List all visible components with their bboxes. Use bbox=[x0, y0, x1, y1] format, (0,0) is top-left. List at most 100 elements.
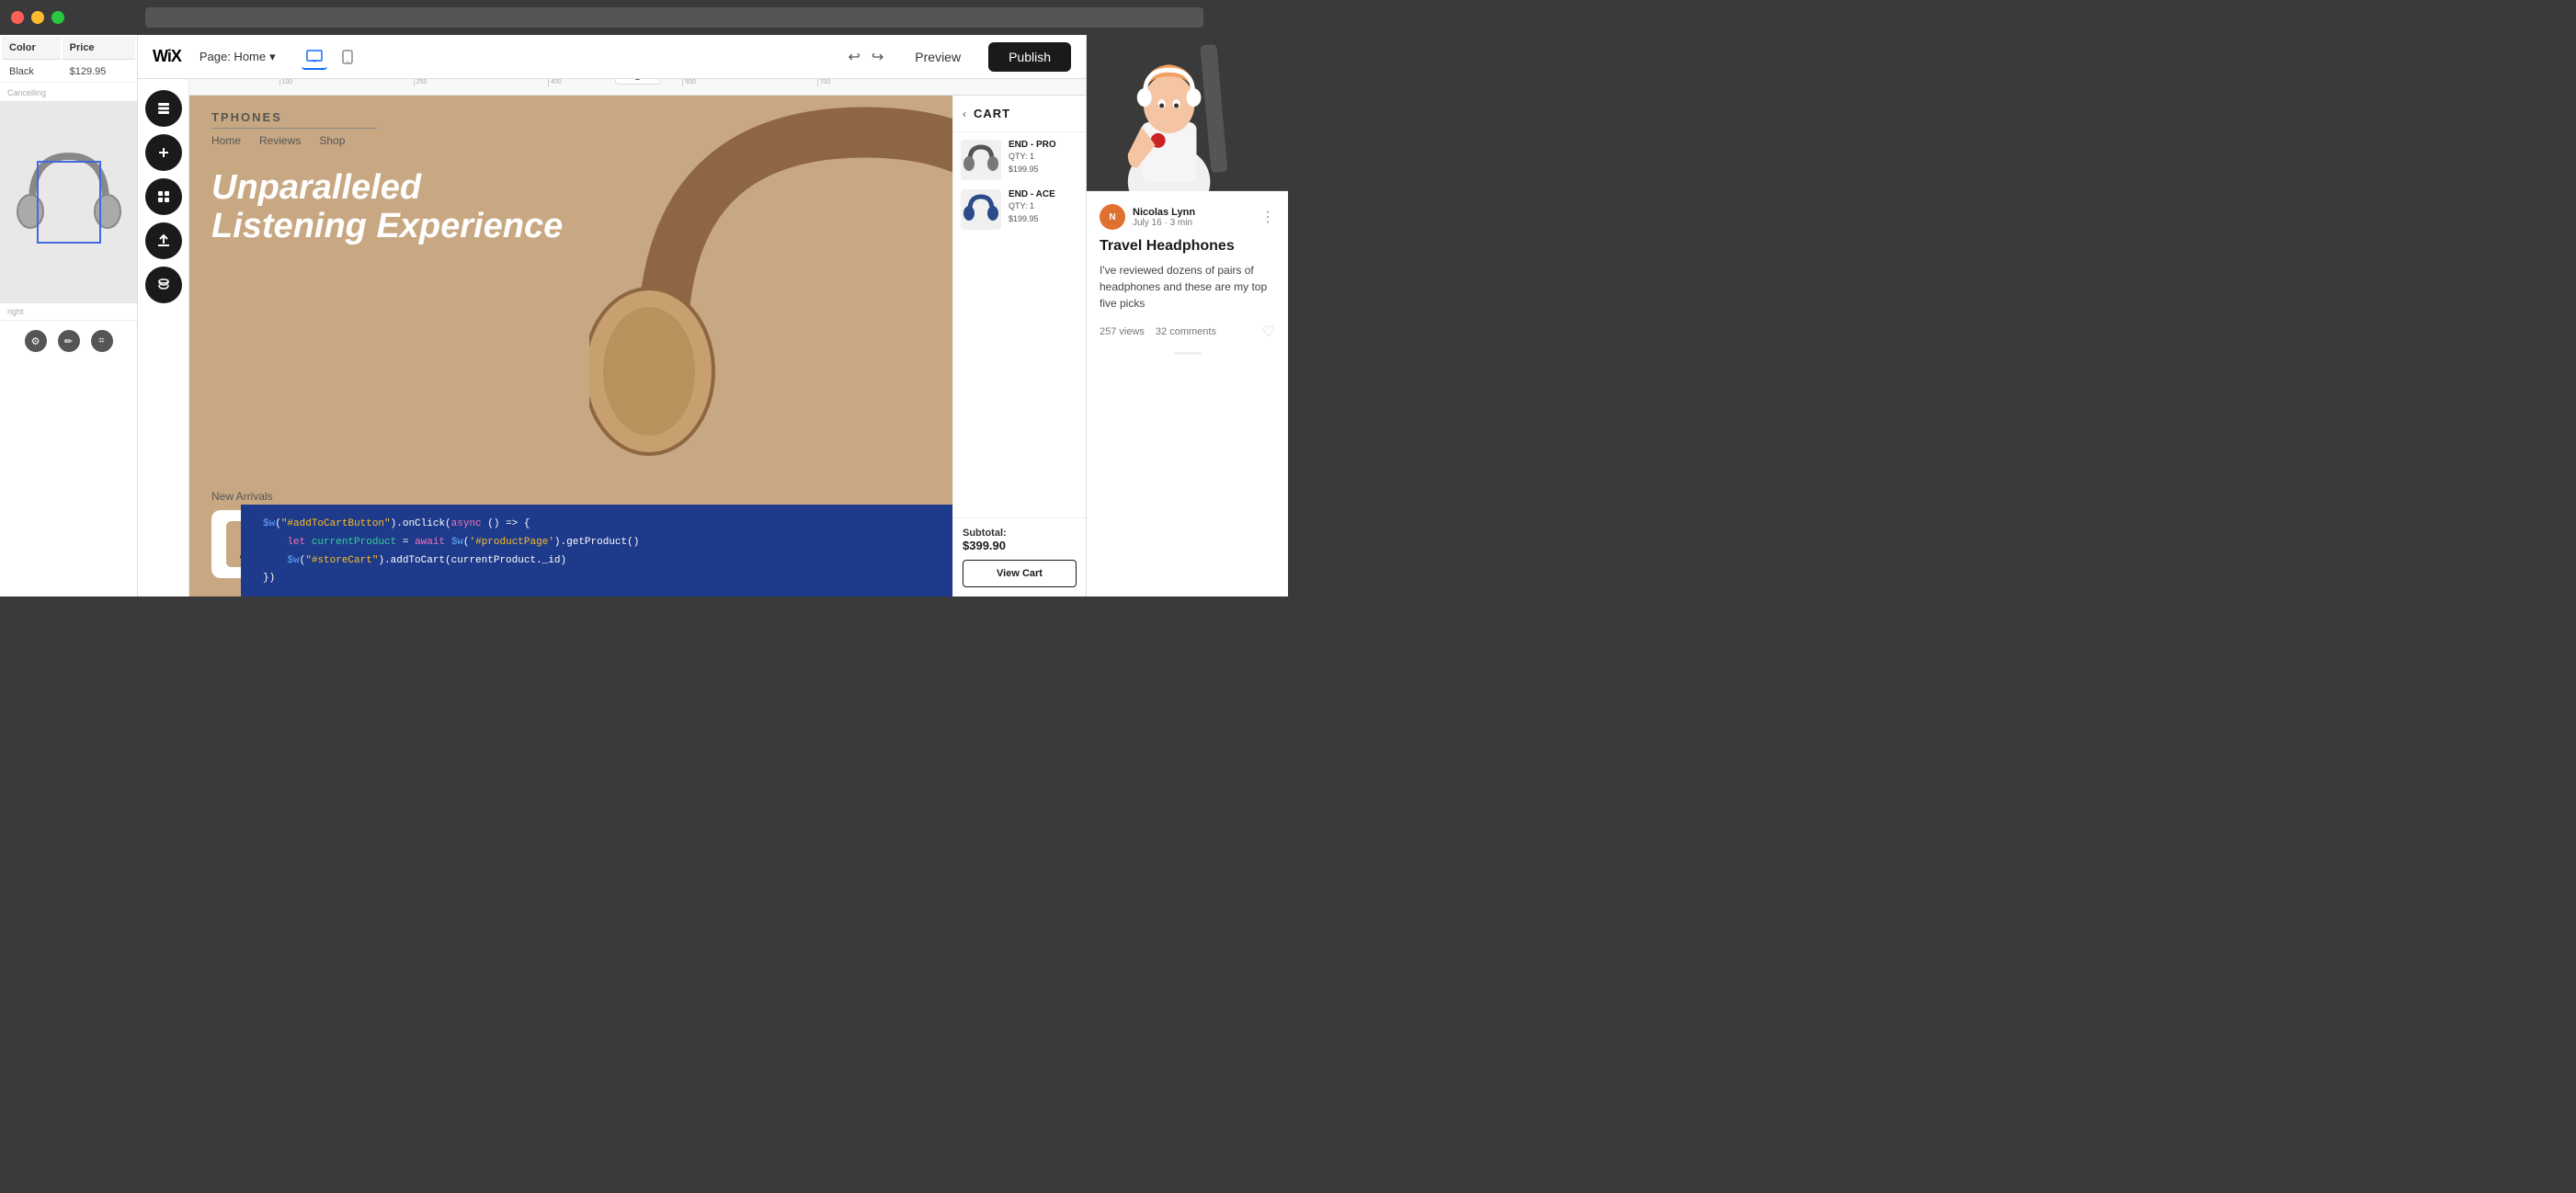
publish-button[interactable]: Publish bbox=[988, 42, 1071, 72]
nav-link-shop[interactable]: Shop bbox=[319, 134, 345, 147]
author-name: Nicolas Lynn bbox=[1133, 207, 1253, 218]
device-icons bbox=[302, 44, 360, 70]
cart-header: ‹ CART bbox=[953, 96, 1086, 132]
code-line-2: let currentProduct = await $w('#productP… bbox=[263, 534, 1064, 552]
right-panel: N Nicolas Lynn July 16 · 3 min ⋮ Travel … bbox=[1086, 35, 1288, 596]
site-nav-divider bbox=[211, 128, 377, 129]
cart-item-qty-2: QTY: 1 bbox=[1009, 199, 1078, 212]
author-info: Nicolas Lynn July 16 · 3 min bbox=[1133, 207, 1253, 228]
cart-title: CART bbox=[974, 107, 1010, 120]
wix-toolbar: WiX Page: Home ▾ ↩ ↪ Preview Publish bbox=[138, 35, 1086, 79]
image-selection-box bbox=[37, 161, 101, 244]
page-selector[interactable]: Page: Home ▾ bbox=[192, 46, 283, 68]
blog-views: 257 views bbox=[1100, 326, 1145, 337]
cart-item-name-2: END - ACE bbox=[1009, 189, 1078, 199]
cart-item-qty-1: QTY: 1 bbox=[1009, 150, 1078, 163]
blog-post-title: Travel Headphones bbox=[1100, 237, 1275, 255]
image-preview bbox=[0, 101, 137, 303]
nav-link-home[interactable]: Home bbox=[211, 134, 241, 147]
product-table: Color Price Black $129.95 bbox=[0, 35, 137, 85]
cart-item-image-1 bbox=[961, 140, 1001, 180]
redo-icon[interactable]: ↪ bbox=[868, 44, 887, 70]
cart-toggle-button[interactable]: ‹ bbox=[963, 108, 966, 120]
blog-divider bbox=[1174, 352, 1202, 355]
crop-tool-icon[interactable]: ⌗ bbox=[91, 330, 113, 352]
desktop-icon[interactable] bbox=[302, 44, 327, 70]
price-cell: $129.95 bbox=[63, 62, 135, 83]
cart-item-info-2: END - ACE QTY: 1 $199.95 bbox=[1009, 189, 1078, 226]
new-arrivals-label: New Arrivals bbox=[211, 490, 432, 503]
code-line-4: }) bbox=[263, 570, 1064, 588]
add-tool-button[interactable] bbox=[145, 134, 182, 171]
cart-item-name-1: END - PRO bbox=[1009, 140, 1078, 150]
price-header: Price bbox=[63, 37, 135, 60]
cart-item-info-1: END - PRO QTY: 1 $199.95 bbox=[1009, 140, 1078, 176]
cart-item-image-2 bbox=[961, 189, 1001, 230]
blog-post-excerpt: I've reviewed dozens of pairs of headpho… bbox=[1100, 262, 1275, 312]
more-options-button[interactable]: ⋮ bbox=[1260, 208, 1275, 226]
nav-link-reviews[interactable]: Reviews bbox=[259, 134, 301, 147]
cart-subtotal-label: Subtotal: bbox=[963, 528, 1077, 539]
ruler-mark: 250 bbox=[414, 79, 427, 86]
blog-card: N Nicolas Lynn July 16 · 3 min ⋮ Travel … bbox=[1087, 191, 1288, 596]
website-canvas: ▲ 100 250 400 550 700 bbox=[189, 79, 1086, 596]
blog-comments: 32 comments bbox=[1156, 326, 1216, 337]
database-tool-button[interactable] bbox=[145, 267, 182, 303]
color-cell: Black bbox=[2, 62, 61, 83]
editor-tools-sidebar bbox=[138, 79, 189, 596]
page-label: Page: Home bbox=[199, 50, 266, 63]
edit-tool-icon[interactable]: ✏ bbox=[58, 330, 80, 352]
hero-text: Unparalleled Listening Experience bbox=[211, 169, 563, 246]
code-selector-1: $w bbox=[263, 518, 275, 529]
blog-author-row: N Nicolas Lynn July 16 · 3 min ⋮ bbox=[1100, 204, 1275, 230]
left-tools: ⚙ ✏ ⌗ bbox=[0, 320, 137, 361]
color-header: Color bbox=[2, 37, 61, 60]
cart-footer: Subtotal: $399.90 View Cart bbox=[953, 517, 1086, 596]
url-bar[interactable] bbox=[145, 7, 1203, 28]
canvas-area: ▲ 100 250 400 550 700 bbox=[138, 79, 1086, 596]
close-button[interactable] bbox=[11, 11, 24, 24]
code-line-3: $w("#storeCart").addToCart(currentProduc… bbox=[263, 552, 1064, 571]
hero-title-line2: Listening Experience bbox=[211, 208, 563, 246]
blog-stats: 257 views 32 comments ♡ bbox=[1100, 323, 1275, 341]
undo-icon[interactable]: ↩ bbox=[844, 44, 863, 70]
blog-hero-image bbox=[1087, 35, 1288, 191]
panel-label-right: right bbox=[0, 303, 137, 320]
wix-editor: WiX Page: Home ▾ ↩ ↪ Preview Publish bbox=[138, 35, 1086, 596]
cart-subtotal-value: $399.90 bbox=[963, 539, 1077, 552]
cart-item-price-2: $199.95 bbox=[1009, 212, 1078, 225]
chevron-down-icon: ▾ bbox=[269, 50, 276, 64]
wix-logo: WiX bbox=[153, 47, 181, 66]
upload-tool-button[interactable] bbox=[145, 222, 182, 259]
pages-tool-button[interactable] bbox=[145, 90, 182, 127]
maximize-button[interactable] bbox=[51, 11, 64, 24]
cart-item-price-1: $199.95 bbox=[1009, 163, 1078, 176]
settings-tool-icon[interactable]: ⚙ bbox=[25, 330, 47, 352]
table-row: Black $129.95 bbox=[2, 62, 135, 83]
site-nav-links: Home Reviews Shop bbox=[211, 134, 1064, 147]
canvas-collapse-button[interactable]: ▲ bbox=[615, 79, 661, 85]
ruler-mark: 400 bbox=[548, 79, 562, 86]
hero-title: Unparalleled Listening Experience bbox=[211, 169, 563, 246]
cart-items-list: END - PRO QTY: 1 $199.95 bbox=[953, 132, 1086, 517]
site-nav: TPHONES Home Reviews Shop bbox=[189, 96, 1086, 162]
cart-item: END - ACE QTY: 1 $199.95 bbox=[961, 189, 1078, 230]
view-cart-button[interactable]: View Cart bbox=[963, 560, 1077, 587]
cart-panel: ‹ CART bbox=[952, 96, 1086, 596]
undo-redo-group: ↩ ↪ bbox=[844, 44, 887, 70]
cart-item: END - PRO QTY: 1 $199.95 bbox=[961, 140, 1078, 180]
components-tool-button[interactable] bbox=[145, 178, 182, 215]
ruler-mark: 700 bbox=[817, 79, 831, 86]
website-content: TPHONES Home Reviews Shop Unparalleled L… bbox=[189, 96, 1086, 596]
code-line-1: $w("#addToCartButton").onClick(async () … bbox=[263, 516, 1064, 534]
author-avatar: N bbox=[1100, 204, 1125, 230]
panel-label-cancelling: Cancelling bbox=[0, 85, 137, 101]
preview-button[interactable]: Preview bbox=[898, 42, 977, 72]
minimize-button[interactable] bbox=[31, 11, 44, 24]
left-panel: Color Price Black $129.95 Cancelling bbox=[0, 35, 138, 596]
blog-person-image bbox=[1087, 35, 1288, 191]
like-button[interactable]: ♡ bbox=[1262, 323, 1275, 341]
mobile-icon[interactable] bbox=[335, 44, 360, 70]
ruler-mark: 550 bbox=[682, 79, 696, 86]
ruler-mark: 100 bbox=[279, 79, 293, 86]
